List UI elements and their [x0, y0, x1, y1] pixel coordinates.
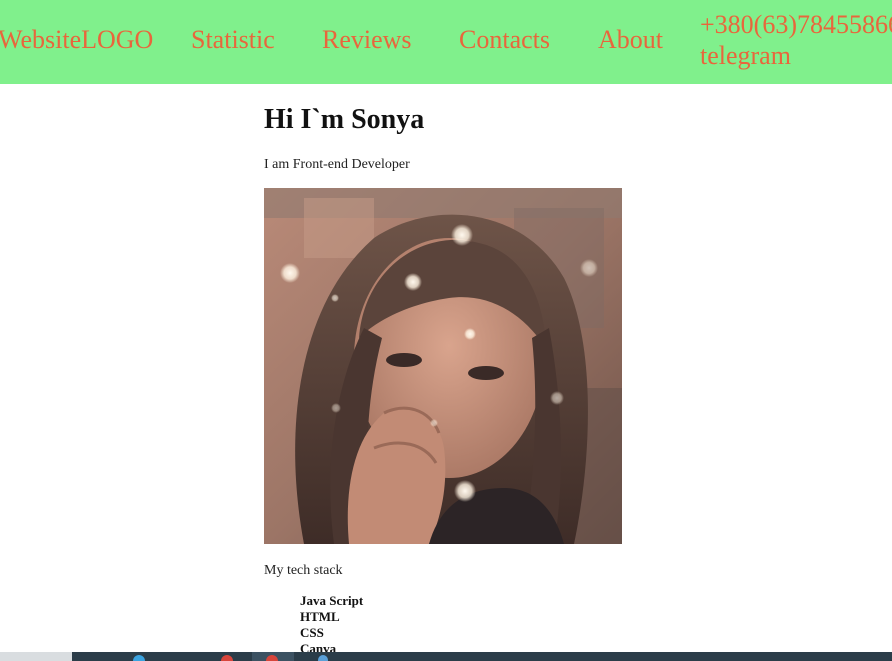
tech-stack-heading: My tech stack [264, 563, 343, 578]
app-icon[interactable] [266, 655, 278, 661]
nav-item-statistic[interactable]: Statistic [191, 25, 275, 55]
telegram-link[interactable]: telegram [700, 40, 892, 71]
profile-photo [264, 188, 622, 544]
tech-stack-item: CSS [300, 625, 324, 640]
nav-item-reviews[interactable]: Reviews [322, 25, 412, 55]
tech-stack-item: HTML [300, 609, 340, 624]
navbar: WebsiteLOGO Statistic Reviews Contacts A… [0, 0, 892, 84]
page-subtitle: I am Front-end Developer [264, 157, 410, 172]
nav-item-contacts[interactable]: Contacts [459, 25, 550, 55]
contact-info: +380(63)78455866 telegram [700, 9, 892, 71]
phone-link[interactable]: +380(63)78455866 [700, 9, 892, 40]
os-taskbar [0, 652, 892, 661]
page: WebsiteLOGO Statistic Reviews Contacts A… [0, 0, 892, 661]
tech-stack-list: Java Script HTML CSS Canva [300, 593, 363, 657]
app-icon[interactable] [221, 655, 233, 661]
tech-stack-item: Java Script [300, 593, 364, 608]
app-icon[interactable] [318, 655, 328, 661]
nav-item-about[interactable]: About [598, 25, 663, 55]
page-title: Hi I`m Sonya [264, 104, 425, 135]
site-logo-link[interactable]: WebsiteLOGO [0, 25, 153, 55]
taskbar-search-area[interactable] [0, 652, 72, 661]
browser-icon[interactable] [133, 655, 145, 661]
